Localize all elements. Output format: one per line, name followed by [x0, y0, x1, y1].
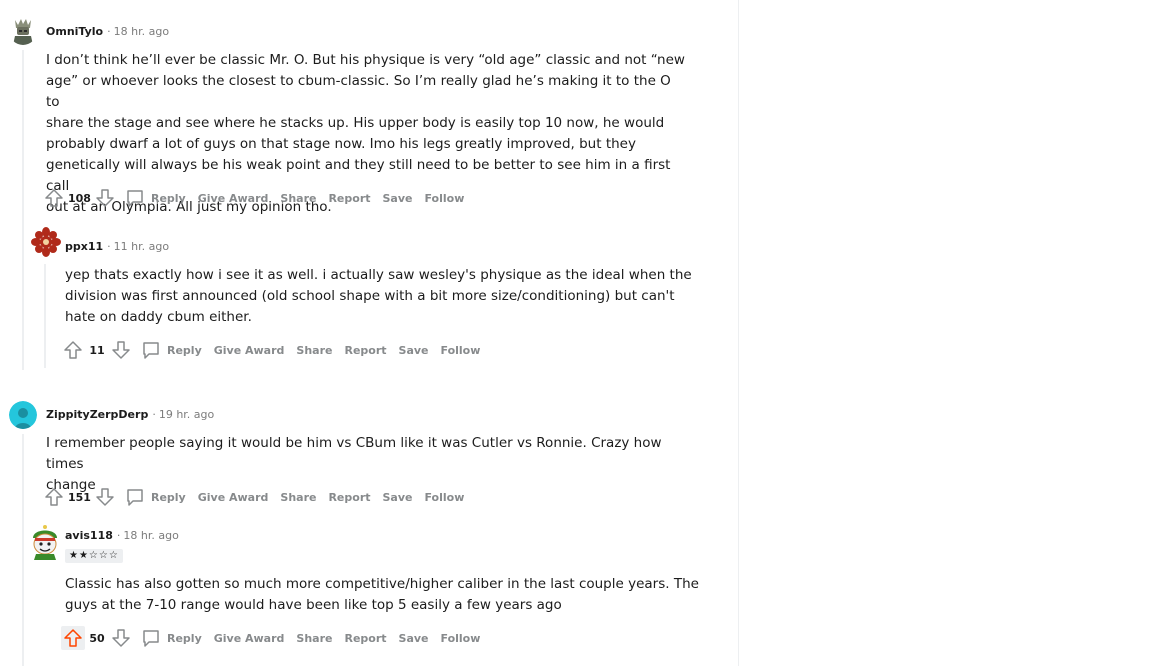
timestamp[interactable]: 19 hr. ago — [159, 408, 214, 421]
report-button[interactable]: Report — [344, 344, 386, 357]
downvote-icon — [112, 341, 130, 359]
meta-separator: · — [116, 529, 121, 542]
thread-line[interactable] — [22, 50, 24, 370]
body-line: yep thats exactly how i see it as well. … — [65, 267, 692, 283]
comment-actions: 108 Reply Give Award Share Report Save F… — [42, 186, 464, 210]
give-award-button[interactable]: Give Award — [214, 344, 285, 357]
comment-bubble-icon — [127, 489, 143, 506]
meta-separator: · — [107, 240, 111, 253]
downvote-button[interactable] — [109, 626, 133, 650]
downvote-button[interactable] — [93, 485, 117, 509]
comment-meta: ppx11 · 11 hr. ago — [65, 239, 169, 255]
author-name[interactable]: avis118 — [65, 529, 113, 542]
avatar[interactable] — [30, 524, 60, 560]
reply-label: Reply — [150, 490, 186, 504]
save-button[interactable]: Save — [399, 344, 429, 357]
comment-bubble-icon — [127, 190, 143, 207]
save-button[interactable]: Save — [383, 491, 413, 504]
upvote-icon — [45, 189, 63, 207]
report-button[interactable]: Report — [328, 192, 370, 205]
meta-separator: · — [107, 25, 111, 38]
share-button[interactable]: Share — [296, 344, 332, 357]
body-line: probably dwarf a lot of guys on that sta… — [46, 136, 636, 152]
avatar[interactable] — [9, 17, 37, 45]
author-name[interactable]: ZippityZerpDerp — [46, 408, 148, 421]
reply-button[interactable]: Reply — [141, 628, 202, 648]
comment-bubble-icon — [143, 342, 159, 359]
thread-line[interactable] — [44, 264, 46, 368]
follow-button[interactable]: Follow — [441, 632, 481, 645]
user-flair: ★★☆☆☆ — [65, 549, 123, 563]
reply-button[interactable]: Reply — [125, 487, 186, 507]
comment-actions: 50 Reply Give Award Share Report Save Fo… — [61, 626, 480, 650]
timestamp[interactable]: 11 hr. ago — [114, 240, 169, 253]
report-button[interactable]: Report — [328, 491, 370, 504]
comment-meta: avis118 · 18 hr. ago — [65, 528, 179, 544]
upvote-button[interactable] — [42, 485, 66, 509]
body-line: I don’t think he’ll ever be classic Mr. … — [46, 52, 685, 68]
avatar[interactable] — [9, 401, 37, 429]
timestamp[interactable]: 18 hr. ago — [114, 25, 169, 38]
avatar[interactable] — [30, 226, 62, 258]
downvote-icon — [96, 488, 114, 506]
upvote-icon — [45, 488, 63, 506]
upvote-icon — [64, 341, 82, 359]
comment-meta: ZippityZerpDerp · 19 hr. ago — [46, 407, 214, 423]
column-divider — [738, 0, 739, 666]
vote-count: 108 — [68, 191, 91, 205]
comment-bubble-icon — [143, 630, 159, 647]
body-line: share the stage and see where he stacks … — [46, 115, 665, 131]
follow-button[interactable]: Follow — [424, 491, 464, 504]
meta-separator: · — [152, 408, 156, 421]
save-button[interactable]: Save — [383, 192, 413, 205]
reply-button[interactable]: Reply — [125, 188, 186, 208]
body-line: guys at the 7-10 range would have been l… — [65, 597, 562, 613]
share-button[interactable]: Share — [280, 491, 316, 504]
follow-button[interactable]: Follow — [441, 344, 481, 357]
reply-label: Reply — [167, 631, 202, 645]
vote-count: 151 — [68, 490, 91, 504]
body-line: age” or whoever looks the closest to cbu… — [46, 73, 671, 110]
give-award-button[interactable]: Give Award — [198, 192, 269, 205]
downvote-icon — [96, 189, 114, 207]
body-line: hate on daddy cbum either. — [65, 309, 252, 325]
upvote-button[interactable] — [61, 338, 85, 362]
author-name[interactable]: OmniTylo — [46, 25, 103, 38]
thread-line[interactable] — [22, 434, 24, 666]
comment-body: Classic has also gotten so much more com… — [65, 574, 705, 616]
give-award-button[interactable]: Give Award — [198, 491, 269, 504]
give-award-button[interactable]: Give Award — [214, 632, 285, 645]
share-button[interactable]: Share — [296, 632, 332, 645]
report-button[interactable]: Report — [344, 632, 386, 645]
downvote-button[interactable] — [93, 186, 117, 210]
comment-meta: OmniTylo · 18 hr. ago — [46, 24, 169, 40]
reply-label: Reply — [167, 343, 202, 357]
author-name[interactable]: ppx11 — [65, 240, 103, 253]
reply-label: Reply — [150, 191, 186, 205]
vote-count: 50 — [89, 631, 105, 645]
upvote-button[interactable] — [61, 626, 85, 650]
body-line: I remember people saying it would be him… — [46, 435, 662, 472]
downvote-button[interactable] — [109, 338, 133, 362]
upvote-icon — [64, 629, 82, 647]
upvote-button[interactable] — [42, 186, 66, 210]
comment-actions: 151 Reply Give Award Share Report Save F… — [42, 485, 464, 509]
reply-button[interactable]: Reply — [141, 340, 202, 360]
share-button[interactable]: Share — [280, 192, 316, 205]
body-line: Classic has also gotten so much more com… — [65, 576, 699, 592]
comment-body: yep thats exactly how i see it as well. … — [65, 265, 705, 328]
follow-button[interactable]: Follow — [424, 192, 464, 205]
save-button[interactable]: Save — [399, 632, 429, 645]
downvote-icon — [112, 629, 130, 647]
timestamp[interactable]: 18 hr. ago — [123, 529, 178, 542]
vote-count: 11 — [89, 343, 105, 357]
comment-actions: 11 Reply Give Award Share Report Save Fo… — [61, 338, 480, 362]
body-line: division was first announced (old school… — [65, 288, 675, 304]
